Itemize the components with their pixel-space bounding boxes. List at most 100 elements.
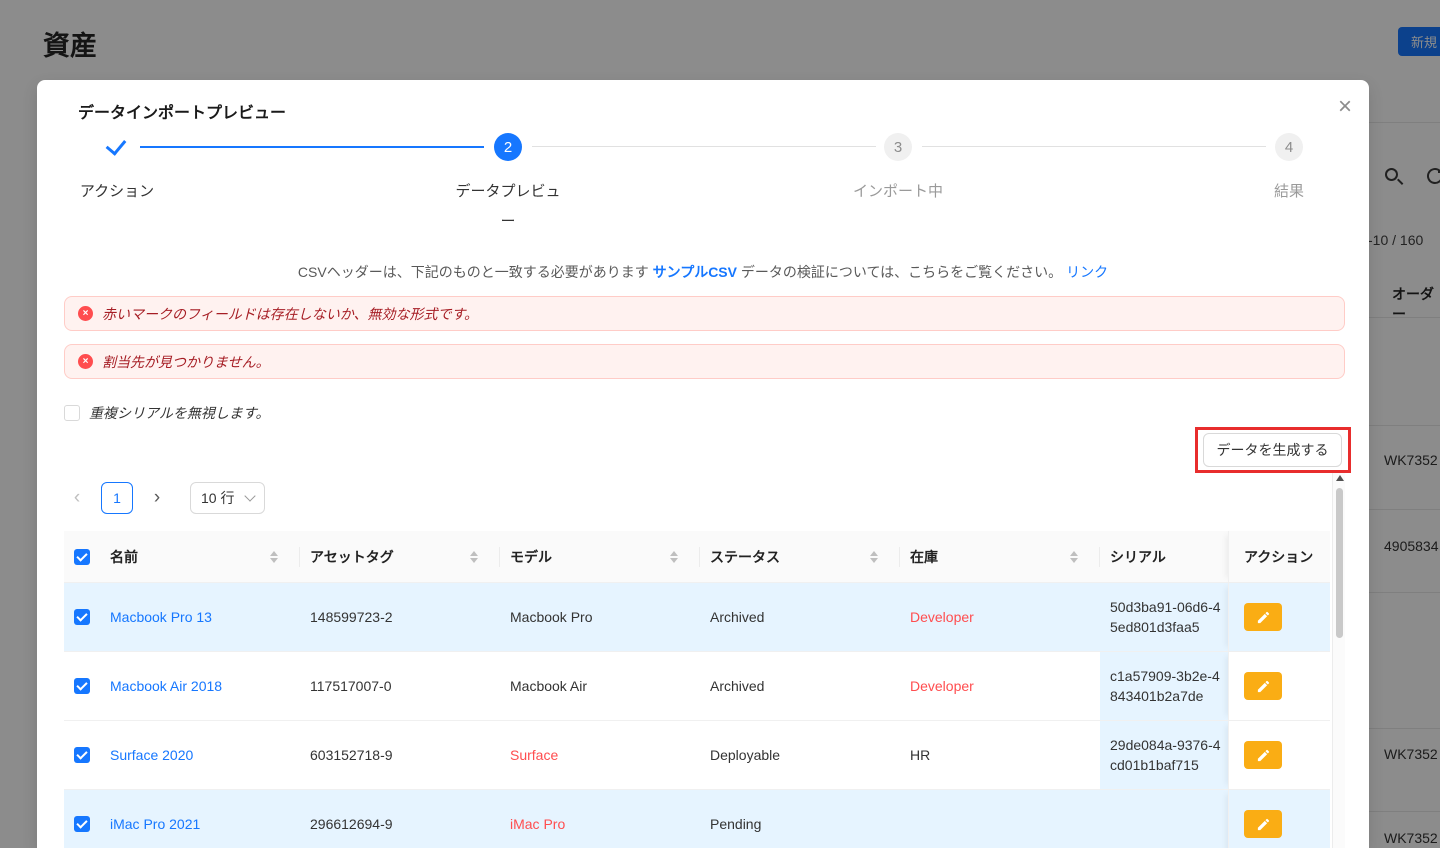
step-label-result: 結果: [1249, 177, 1329, 207]
row-checkbox[interactable]: [74, 609, 90, 625]
step-label-action: アクション: [37, 177, 197, 207]
column-header-name[interactable]: 名前: [100, 531, 300, 582]
edit-button[interactable]: [1244, 672, 1282, 700]
pencil-icon: [1256, 817, 1271, 832]
error-alert: × 赤いマークのフィールドは存在しないか、無効な形式です。: [64, 296, 1345, 331]
column-header-status[interactable]: ステータス: [700, 531, 900, 582]
column-header-label: モデル: [510, 547, 552, 567]
row-checkbox[interactable]: [74, 678, 90, 694]
row-select-cell: [64, 790, 100, 848]
asset-name-link[interactable]: Surface 2020: [110, 747, 193, 763]
serial-line: 50d3ba91-06d6-4: [1110, 597, 1221, 617]
table-row: Macbook Air 2018 117517007-0 Macbook Air…: [64, 652, 1330, 721]
sample-csv-link[interactable]: サンプルCSV: [653, 264, 737, 280]
column-header-serial: シリアル: [1100, 531, 1228, 582]
row-select-cell: [64, 583, 100, 651]
pagination-page-1[interactable]: 1: [101, 482, 133, 514]
column-header-label: アクション: [1244, 547, 1313, 567]
cell-action: [1228, 652, 1330, 720]
cell-model: Macbook Pro: [500, 583, 700, 651]
chevron-down-icon: [244, 490, 255, 501]
select-all-cell: [64, 531, 100, 582]
table-header-row: 名前 アセットタグ モデル ステータス: [64, 531, 1330, 583]
asset-name-link[interactable]: Macbook Pro 13: [110, 609, 212, 625]
table-row: iMac Pro 2021 296612694-9 iMac Pro Pendi…: [64, 790, 1330, 848]
ignore-duplicates-checkbox[interactable]: [64, 405, 80, 421]
row-checkbox[interactable]: [74, 816, 90, 832]
cell-serial: [1100, 790, 1228, 848]
step-label-data-preview: データプレビュー: [453, 177, 563, 237]
column-header-label: アセットタグ: [310, 547, 394, 567]
serial-line: 843401b2a7de: [1110, 686, 1203, 706]
cell-action: [1228, 583, 1330, 651]
sorter-icon: [470, 551, 478, 563]
close-icon[interactable]: ×: [1329, 91, 1361, 123]
serial-line: 29de084a-9376-4: [1110, 735, 1221, 755]
cell-stock: [900, 790, 1100, 848]
edit-button[interactable]: [1244, 603, 1282, 631]
cell-serial: 29de084a-9376-4 cd01b1baf715: [1100, 721, 1228, 789]
ignore-duplicates-row: 重複シリアルを無視します。: [64, 403, 269, 423]
csv-instruction: CSVヘッダーは、下記のものと一致する必要があります サンプルCSV データの検…: [37, 262, 1369, 282]
column-header-stock[interactable]: 在庫: [900, 531, 1100, 582]
select-all-checkbox[interactable]: [74, 549, 90, 565]
validation-link[interactable]: リンク: [1066, 264, 1108, 280]
asset-name-link[interactable]: Macbook Air 2018: [110, 678, 222, 694]
cell-status: Archived: [700, 583, 900, 651]
step-2-number: 2: [504, 139, 512, 156]
serial-line: c1a57909-3b2e-4: [1110, 666, 1220, 686]
step-3-number: 3: [894, 139, 902, 156]
alert-message: 割当先が見つかりません。: [102, 352, 270, 372]
sorter-icon: [870, 551, 878, 563]
cell-status: Pending: [700, 790, 900, 848]
column-header-asset-tag[interactable]: アセットタグ: [300, 531, 500, 582]
page-root: 資産 新規 -10 / 160 オーダー WK7352 4905834 WK73…: [0, 0, 1440, 848]
sorter-icon: [670, 551, 678, 563]
table-row: Macbook Pro 13 148599723-2 Macbook Pro A…: [64, 583, 1330, 652]
pagination-next-icon[interactable]: ›: [145, 482, 169, 514]
error-circle-icon: ×: [78, 306, 93, 321]
cell-name: iMac Pro 2021: [100, 790, 300, 848]
step-label-importing: インポート中: [838, 177, 958, 207]
cell-action: [1228, 790, 1330, 848]
step-4-number: 4: [1285, 139, 1293, 156]
cell-model: Surface: [500, 721, 700, 789]
step-connector: [922, 146, 1266, 147]
edit-button[interactable]: [1244, 810, 1282, 838]
asset-name-link[interactable]: iMac Pro 2021: [110, 816, 200, 832]
cell-stock: Developer: [900, 583, 1100, 651]
vertical-scrollbar[interactable]: [1332, 470, 1345, 848]
column-header-label: シリアル: [1110, 547, 1166, 567]
pagination-prev-icon[interactable]: ‹: [65, 482, 89, 514]
edit-button[interactable]: [1244, 741, 1282, 769]
page-size-select[interactable]: 10 行: [190, 482, 265, 514]
scroll-up-icon[interactable]: [1336, 475, 1344, 481]
cell-asset-tag: 296612694-9: [300, 790, 500, 848]
column-header-model[interactable]: モデル: [500, 531, 700, 582]
serial-line: cd01b1baf715: [1110, 755, 1199, 775]
cell-name: Surface 2020: [100, 721, 300, 789]
cell-name: Macbook Air 2018: [100, 652, 300, 720]
step-3-circle: 3: [884, 133, 912, 161]
column-header-label: ステータス: [710, 547, 780, 567]
step-connector: [140, 146, 484, 148]
modal-title: データインポートプレビュー: [78, 99, 286, 123]
scrollbar-thumb[interactable]: [1336, 488, 1343, 638]
data-import-preview-modal: データインポートプレビュー × 2 3 4 アクション データプレビュー インポ…: [37, 80, 1369, 848]
pencil-icon: [1256, 610, 1271, 625]
column-header-label: 在庫: [910, 547, 938, 567]
cell-asset-tag: 148599723-2: [300, 583, 500, 651]
cell-model: iMac Pro: [500, 790, 700, 848]
sorter-icon: [270, 551, 278, 563]
instruction-text: CSVヘッダーは、下記のものと一致する必要があります: [298, 264, 653, 280]
pencil-icon: [1256, 748, 1271, 763]
step-connector: [532, 146, 876, 147]
cell-model: Macbook Air: [500, 652, 700, 720]
row-checkbox[interactable]: [74, 747, 90, 763]
ignore-duplicates-label: 重複シリアルを無視します。: [89, 403, 269, 423]
serial-line: 5ed801d3faa5: [1110, 617, 1200, 637]
cell-action: [1228, 721, 1330, 789]
sorter-icon: [1070, 551, 1078, 563]
cell-serial: c1a57909-3b2e-4 843401b2a7de: [1100, 652, 1228, 720]
step-2-circle: 2: [494, 133, 522, 161]
